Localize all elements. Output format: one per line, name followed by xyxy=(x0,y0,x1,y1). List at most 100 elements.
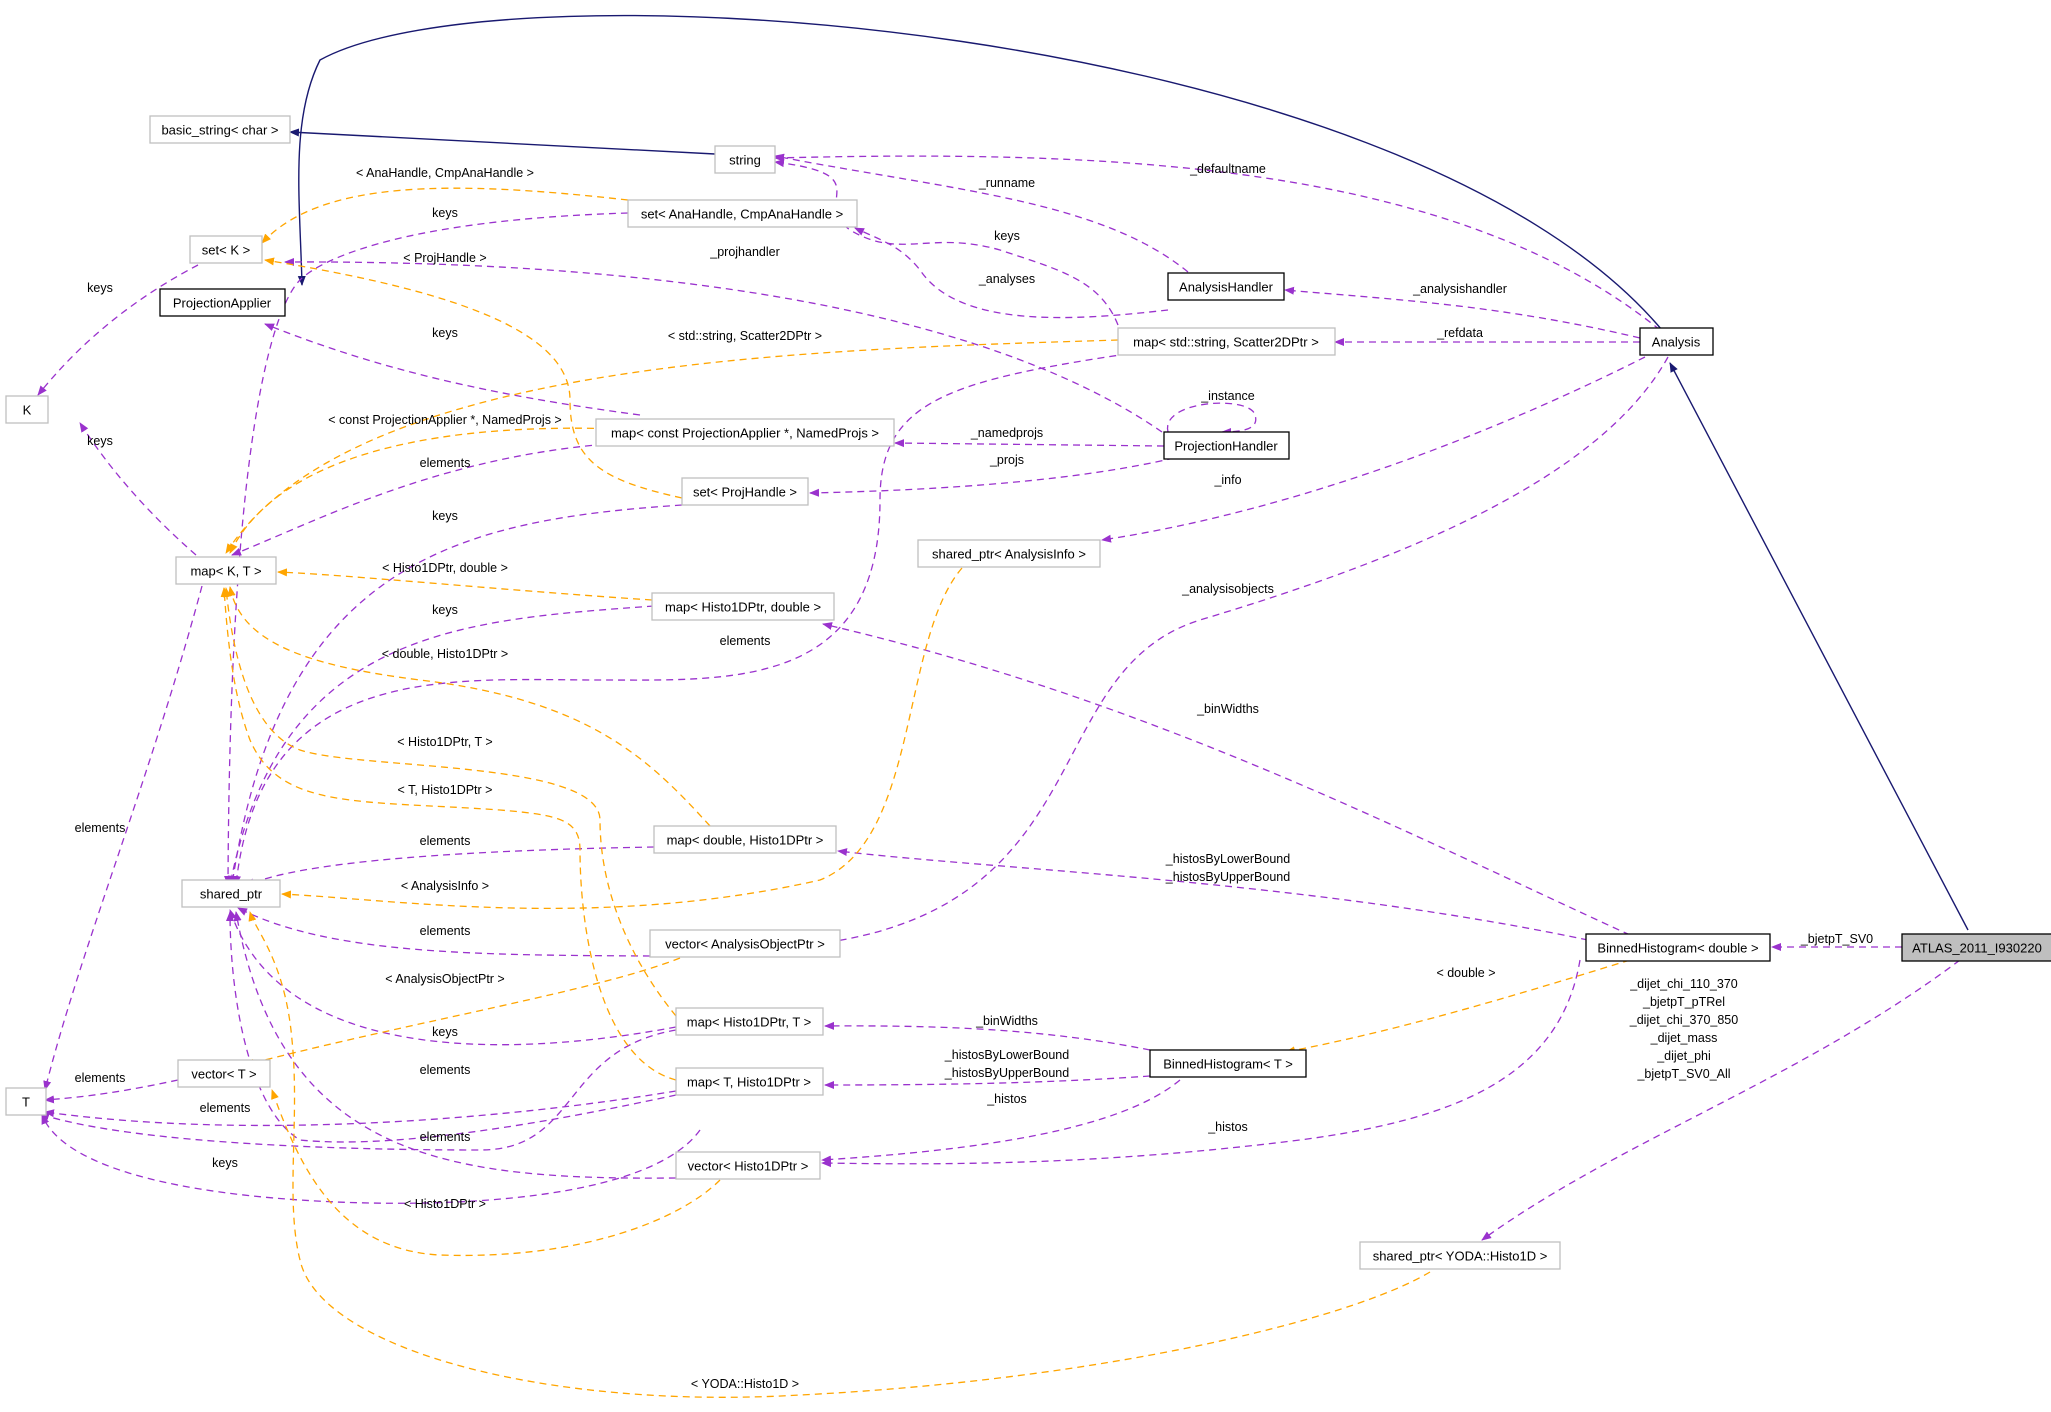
edge-projectionhandler-to-mapconst xyxy=(894,439,1165,448)
nodes: basic_string< char > string set< AnaHand… xyxy=(5,115,2051,1270)
node-string[interactable]: string xyxy=(714,145,776,174)
edge-label: elements xyxy=(420,834,471,848)
node-map-k-t[interactable]: map< K, T > xyxy=(175,556,277,585)
node-label: map< Histo1DPtr, double > xyxy=(665,600,821,615)
node-shared-ptr-analysisinfo[interactable]: shared_ptr< AnalysisInfo > xyxy=(917,539,1101,568)
edge-label: keys xyxy=(87,434,113,448)
node-label: ProjectionApplier xyxy=(173,296,272,311)
node-label: K xyxy=(23,403,32,418)
edge-label: _bjetpT_SV0_All xyxy=(1636,1067,1730,1081)
edge-label: _binWidths xyxy=(1196,702,1259,716)
edge-label: _histosByUpperBound xyxy=(944,1066,1069,1080)
node-set-anahandle[interactable]: set< AnaHandle, CmpAnaHandle > xyxy=(627,199,858,228)
node-label: map< const ProjectionApplier *, NamedPro… xyxy=(611,426,879,441)
edge-label: < T, Histo1DPtr > xyxy=(398,783,493,797)
node-map-double-histo1d[interactable]: map< double, Histo1DPtr > xyxy=(653,825,837,854)
node-label: map< T, Histo1DPtr > xyxy=(687,1075,811,1090)
edges xyxy=(37,14,1969,1398)
edge-label: _projhandler xyxy=(709,245,780,259)
edge-label: elements xyxy=(720,634,771,648)
edge-labels: < AnaHandle, CmpAnaHandle > keys keys < … xyxy=(75,162,1874,1391)
node-vector-t[interactable]: vector< T > xyxy=(177,1059,271,1088)
node-label: vector< T > xyxy=(191,1067,256,1082)
node-label: shared_ptr xyxy=(200,887,263,902)
edge-label: elements xyxy=(75,1071,126,1085)
edge-label: keys xyxy=(432,509,458,523)
node-label: T xyxy=(22,1095,30,1110)
edge-label: _refdata xyxy=(1436,326,1483,340)
node-label: set< ProjHandle > xyxy=(693,485,797,500)
edge-label: _histosByLowerBound xyxy=(1165,852,1290,866)
node-binned-histogram-t[interactable]: BinnedHistogram< T > xyxy=(1149,1049,1307,1078)
node-map-t-histo1d[interactable]: map< T, Histo1DPtr > xyxy=(675,1067,824,1096)
node-map-histo1d-t[interactable]: map< Histo1DPtr, T > xyxy=(675,1007,824,1036)
edge-label: keys xyxy=(994,229,1020,243)
node-atlas[interactable]: ATLAS_2011_I930220 xyxy=(1901,933,2051,962)
node-label: shared_ptr< YODA::Histo1D > xyxy=(1373,1249,1548,1264)
node-projection-handler[interactable]: ProjectionHandler xyxy=(1163,431,1290,460)
node-vector-histo1d[interactable]: vector< Histo1DPtr > xyxy=(675,1151,821,1180)
edge-label: < AnalysisObjectPtr > xyxy=(385,972,505,986)
node-label: map< std::string, Scatter2DPtr > xyxy=(1133,335,1319,350)
edge-label: elements xyxy=(75,821,126,835)
edge-label: _defaultname xyxy=(1189,162,1266,176)
edge-mapkt-to-t xyxy=(43,585,203,1091)
edge-label: _histosByLowerBound xyxy=(944,1048,1069,1062)
edge-setk-to-k xyxy=(37,264,199,396)
edge-label: < YODA::Histo1D > xyxy=(691,1377,799,1391)
node-label: map< K, T > xyxy=(190,564,261,579)
edge-projectionhandler-to-projapplier xyxy=(284,257,1163,433)
edge-label: elements xyxy=(200,1101,251,1115)
node-analysis-handler[interactable]: AnalysisHandler xyxy=(1167,272,1285,301)
edge-label: _histosByUpperBound xyxy=(1165,870,1290,884)
node-label: set< AnaHandle, CmpAnaHandle > xyxy=(641,207,843,222)
edge-label: _histos xyxy=(986,1092,1027,1106)
node-map-string-scatter[interactable]: map< std::string, Scatter2DPtr > xyxy=(1117,327,1336,356)
edge-binnedhistot-to-maphistot xyxy=(824,1021,1151,1051)
node-label: ProjectionHandler xyxy=(1174,439,1278,454)
edge-label: < Histo1DPtr, T > xyxy=(397,735,492,749)
edge-label: elements xyxy=(420,1130,471,1144)
node-shared-ptr[interactable]: shared_ptr xyxy=(181,879,281,908)
edge-label: _bjetpT_SV0 xyxy=(1800,932,1873,946)
node-k[interactable]: K xyxy=(5,395,49,424)
edge-label: _analysisobjects xyxy=(1181,582,1274,596)
edge-sharedptranalysisinfo-to-sharedptr xyxy=(281,567,963,910)
edge-label: < Histo1DPtr, double > xyxy=(382,561,508,575)
node-label: vector< Histo1DPtr > xyxy=(688,1159,809,1174)
node-set-k[interactable]: set< K > xyxy=(189,235,263,264)
edge-label: _dijet_phi xyxy=(1656,1049,1711,1063)
node-label: vector< AnalysisObjectPtr > xyxy=(665,937,825,952)
node-map-const-projapplier[interactable]: map< const ProjectionApplier *, NamedPro… xyxy=(595,418,895,447)
node-vector-analysisobject[interactable]: vector< AnalysisObjectPtr > xyxy=(649,929,841,958)
edge-analysis-to-string xyxy=(774,153,1661,331)
node-label: map< Histo1DPtr, T > xyxy=(687,1015,812,1030)
edge-label: keys xyxy=(432,1025,458,1039)
edge-label: _runname xyxy=(978,176,1035,190)
node-basic-string[interactable]: basic_string< char > xyxy=(149,115,291,144)
edge-label: keys xyxy=(432,603,458,617)
edge-label: _histos xyxy=(1207,1120,1248,1134)
edge-label: keys xyxy=(432,326,458,340)
edge-label: _analysishandler xyxy=(1412,282,1507,296)
edge-label: _analyses xyxy=(978,272,1035,286)
edge-label: _info xyxy=(1213,473,1241,487)
edge-label: _bjetpT_pTRel xyxy=(1642,995,1725,1009)
node-t[interactable]: T xyxy=(5,1087,47,1116)
edge-label: _namedprojs xyxy=(970,426,1043,440)
edge-label: _projs xyxy=(989,453,1024,467)
node-shared-ptr-yoda[interactable]: shared_ptr< YODA::Histo1D > xyxy=(1359,1241,1561,1270)
edge-label: < ProjHandle > xyxy=(403,251,486,265)
edge-label: < AnalysisInfo > xyxy=(401,879,489,893)
edge-label: elements xyxy=(420,924,471,938)
node-binned-histogram-double[interactable]: BinnedHistogram< double > xyxy=(1585,933,1771,962)
node-projection-applier[interactable]: ProjectionApplier xyxy=(159,288,286,317)
edge-label: elements xyxy=(420,1063,471,1077)
node-set-projhandle[interactable]: set< ProjHandle > xyxy=(681,477,809,506)
node-label: BinnedHistogram< double > xyxy=(1597,941,1758,956)
edge-label: _instance xyxy=(1200,389,1255,403)
collaboration-diagram: < AnaHandle, CmpAnaHandle > keys keys < … xyxy=(5,14,2051,1398)
edge-label: < std::string, Scatter2DPtr > xyxy=(668,329,822,343)
node-map-histo1d-double[interactable]: map< Histo1DPtr, double > xyxy=(651,592,835,621)
node-analysis[interactable]: Analysis xyxy=(1639,327,1714,356)
